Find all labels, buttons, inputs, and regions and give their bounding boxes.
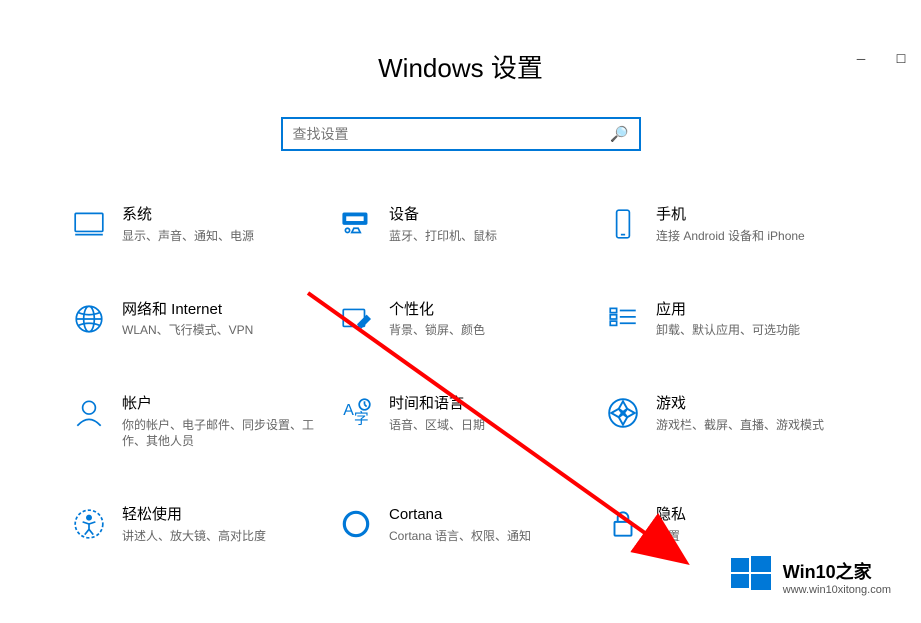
item-text: 帐户 你的帐户、电子邮件、同步设置、工作、其他人员 [122, 394, 317, 449]
item-text: 设备 蓝牙、打印机、鼠标 [389, 205, 497, 244]
category-accounts[interactable]: 帐户 你的帐户、电子邮件、同步设置、工作、其他人员 [70, 394, 317, 449]
item-title: 游戏 [656, 394, 824, 414]
item-text: 网络和 Internet WLAN、飞行模式、VPN [122, 300, 253, 339]
item-title: 网络和 Internet [122, 300, 253, 320]
ease-of-access-icon [70, 505, 108, 543]
category-phone[interactable]: 手机 连接 Android 设备和 iPhone [604, 205, 851, 244]
category-devices[interactable]: 设备 蓝牙、打印机、鼠标 [337, 205, 584, 244]
item-desc: WLAN、飞行模式、VPN [122, 322, 253, 338]
item-desc: 语音、区域、日期 [389, 417, 485, 433]
watermark-title: Win10之家 [783, 558, 891, 584]
item-desc: 背景、锁屏、颜色 [389, 322, 485, 338]
svg-text:A: A [343, 403, 354, 420]
item-title: 应用 [656, 300, 800, 320]
item-text: 手机 连接 Android 设备和 iPhone [656, 205, 805, 244]
window-controls: ─ ☐ [841, 48, 921, 70]
globe-icon [70, 300, 108, 338]
watermark-logo-icon [729, 552, 773, 601]
category-ease-of-access[interactable]: 轻松使用 讲述人、放大镜、高对比度 [70, 505, 317, 544]
lock-icon [604, 505, 642, 543]
category-privacy[interactable]: 隐私 位置 [604, 505, 851, 544]
phone-icon [604, 205, 642, 243]
item-desc: 位置 [656, 528, 686, 544]
item-desc: 你的帐户、电子邮件、同步设置、工作、其他人员 [122, 417, 317, 449]
minimize-button[interactable]: ─ [841, 48, 881, 70]
system-icon [70, 205, 108, 243]
item-text: 应用 卸载、默认应用、可选功能 [656, 300, 800, 339]
item-desc: 连接 Android 设备和 iPhone [656, 228, 805, 244]
item-desc: 讲述人、放大镜、高对比度 [122, 528, 266, 544]
category-apps[interactable]: 应用 卸载、默认应用、可选功能 [604, 300, 851, 339]
settings-grid: 系统 显示、声音、通知、电源 设备 蓝牙、打印机、鼠标 手机 连接 Androi… [0, 205, 921, 544]
category-personalization[interactable]: 个性化 背景、锁屏、颜色 [337, 300, 584, 339]
item-text: 隐私 位置 [656, 505, 686, 544]
item-desc: 显示、声音、通知、电源 [122, 228, 254, 244]
search-box[interactable]: 🔍 [281, 117, 641, 151]
cortana-icon [337, 505, 375, 543]
devices-icon [337, 205, 375, 243]
item-text: Cortana Cortana 语言、权限、通知 [389, 505, 531, 544]
category-cortana[interactable]: Cortana Cortana 语言、权限、通知 [337, 505, 584, 544]
maximize-button[interactable]: ☐ [881, 48, 921, 70]
item-title: 系统 [122, 205, 254, 225]
category-system[interactable]: 系统 显示、声音、通知、电源 [70, 205, 317, 244]
item-desc: 游戏栏、截屏、直播、游戏模式 [656, 417, 824, 433]
item-desc: 蓝牙、打印机、鼠标 [389, 228, 497, 244]
item-title: 轻松使用 [122, 505, 266, 525]
item-title: 隐私 [656, 505, 686, 525]
watermark-url: www.win10xitong.com [783, 584, 891, 596]
item-desc: 卸载、默认应用、可选功能 [656, 322, 800, 338]
item-title: 帐户 [122, 394, 317, 414]
category-gaming[interactable]: 游戏 游戏栏、截屏、直播、游戏模式 [604, 394, 851, 449]
accounts-icon [70, 394, 108, 432]
item-title: Cortana [389, 505, 531, 525]
search-container: 🔍 [0, 117, 921, 151]
item-desc: Cortana 语言、权限、通知 [389, 528, 531, 544]
time-language-icon: A字 [337, 394, 375, 432]
apps-icon [604, 300, 642, 338]
item-title: 时间和语言 [389, 394, 485, 414]
item-title: 个性化 [389, 300, 485, 320]
item-text: 时间和语言 语音、区域、日期 [389, 394, 485, 433]
personalization-icon [337, 300, 375, 338]
item-title: 设备 [389, 205, 497, 225]
search-input[interactable] [293, 126, 610, 142]
item-text: 轻松使用 讲述人、放大镜、高对比度 [122, 505, 266, 544]
watermark-text: Win10之家 www.win10xitong.com [783, 558, 891, 596]
svg-text:字: 字 [354, 411, 369, 428]
category-time-language[interactable]: A字 时间和语言 语音、区域、日期 [337, 394, 584, 449]
category-network[interactable]: 网络和 Internet WLAN、飞行模式、VPN [70, 300, 317, 339]
watermark: Win10之家 www.win10xitong.com [719, 546, 901, 607]
search-icon: 🔍 [610, 125, 629, 143]
item-text: 系统 显示、声音、通知、电源 [122, 205, 254, 244]
item-text: 游戏 游戏栏、截屏、直播、游戏模式 [656, 394, 824, 433]
item-title: 手机 [656, 205, 805, 225]
page-title: Windows 设置 [0, 48, 921, 85]
item-text: 个性化 背景、锁屏、颜色 [389, 300, 485, 339]
gaming-icon [604, 394, 642, 432]
